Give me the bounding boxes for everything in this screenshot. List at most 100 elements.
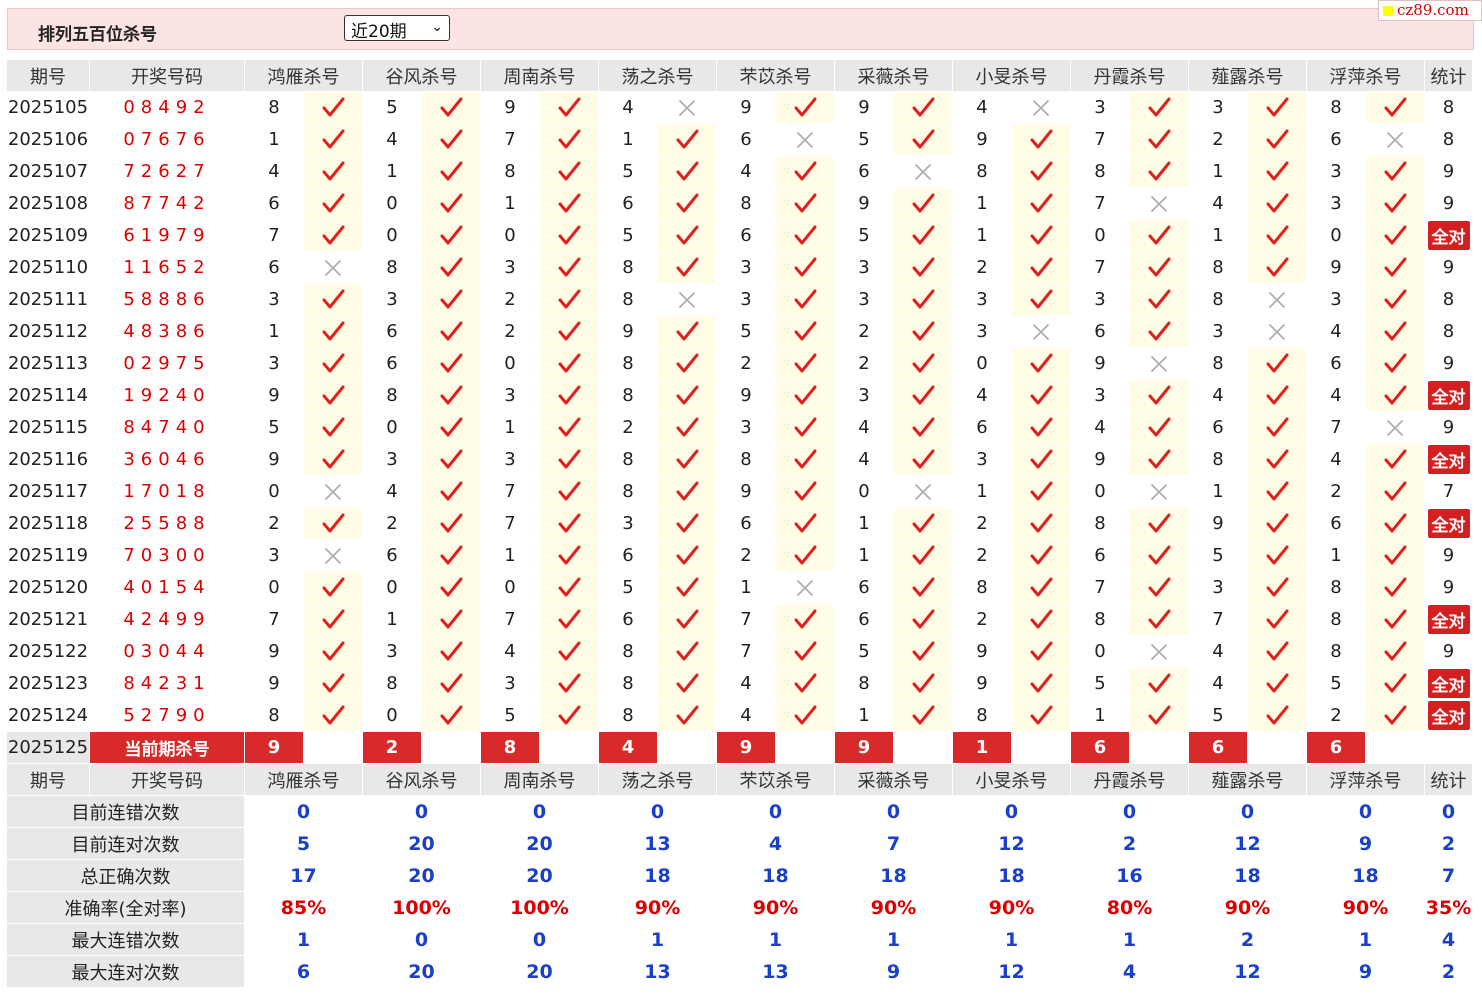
kill-number-cell: 6 bbox=[953, 412, 1012, 444]
summary-value: 0 bbox=[1307, 796, 1425, 828]
period-select[interactable]: 近20期 ⌄ bbox=[344, 15, 450, 42]
stat-count: 9 bbox=[1442, 641, 1455, 662]
period-cell: 2025108 bbox=[7, 188, 90, 220]
current-kill-number: 2 bbox=[363, 732, 422, 764]
table-row: 2025110 11652 6 8 3 8 3 3 2 7 8 9 9 bbox=[7, 252, 1473, 284]
kill-number-cell: 3 bbox=[1189, 572, 1248, 604]
site-logo[interactable]: cz89.com bbox=[1378, 0, 1482, 21]
check-icon bbox=[1366, 316, 1425, 348]
summary-value: 1 bbox=[717, 924, 835, 956]
all-right-badge: 全对 bbox=[1427, 509, 1470, 538]
check-icon bbox=[422, 252, 481, 284]
summary-value: 0 bbox=[481, 924, 599, 956]
kill-number-cell: 9 bbox=[953, 636, 1012, 668]
check-icon bbox=[776, 348, 835, 380]
check-icon bbox=[304, 604, 363, 636]
kill-number-cell: 9 bbox=[599, 316, 658, 348]
kill-number-cell: 2 bbox=[717, 348, 776, 380]
kill-number-cell: 8 bbox=[245, 700, 304, 732]
table-row: 2025109 61979 7 0 0 5 6 5 1 0 1 0 全对 bbox=[7, 220, 1473, 252]
check-icon bbox=[422, 572, 481, 604]
draw-number-cell: 58886 bbox=[90, 284, 245, 316]
check-icon bbox=[1130, 604, 1189, 636]
kill-number-cell: 6 bbox=[599, 188, 658, 220]
summary-value: 20 bbox=[363, 828, 481, 860]
stat-cell: 9 bbox=[1425, 572, 1473, 604]
draw-number-cell: 02975 bbox=[90, 348, 245, 380]
current-kill-number: 6 bbox=[1071, 732, 1130, 764]
check-icon bbox=[540, 444, 599, 476]
cross-icon bbox=[894, 156, 953, 188]
kill-number-cell: 1 bbox=[953, 476, 1012, 508]
cross-icon bbox=[1012, 316, 1071, 348]
summary-row: 准确率(全对率) 85% 100% 100% 90% 90% 90% 90% 80% 90% 90%… bbox=[7, 892, 1473, 924]
summary-value: 1 bbox=[599, 924, 717, 956]
kill-number-cell: 3 bbox=[953, 316, 1012, 348]
check-icon bbox=[894, 508, 953, 540]
check-icon bbox=[304, 412, 363, 444]
stat-cell: 9 bbox=[1425, 156, 1473, 188]
period-cell: 2025120 bbox=[7, 572, 90, 604]
kill-number-cell: 2 bbox=[481, 316, 540, 348]
current-kill-number: 4 bbox=[599, 732, 658, 764]
check-icon bbox=[776, 188, 835, 220]
summary-value: 20 bbox=[363, 956, 481, 988]
check-icon bbox=[1012, 348, 1071, 380]
check-icon bbox=[1012, 412, 1071, 444]
check-icon bbox=[776, 476, 835, 508]
kill-number-cell: 3 bbox=[1307, 284, 1366, 316]
stat-cell: 7 bbox=[1425, 476, 1473, 508]
summary-value: 90% bbox=[953, 892, 1071, 924]
kill-number-cell: 7 bbox=[1071, 124, 1130, 156]
check-icon bbox=[658, 156, 717, 188]
kill-number-cell: 0 bbox=[245, 572, 304, 604]
kill-number-cell: 8 bbox=[599, 252, 658, 284]
current-kill-blank bbox=[1366, 732, 1425, 764]
check-icon bbox=[658, 508, 717, 540]
check-icon bbox=[540, 316, 599, 348]
current-kill-blank bbox=[540, 732, 599, 764]
table-row: 2025112 48386 1 6 2 9 5 2 3 6 3 4 8 bbox=[7, 316, 1473, 348]
summary-value: 13 bbox=[717, 956, 835, 988]
summary-value: 20 bbox=[481, 828, 599, 860]
summary-value: 90% bbox=[717, 892, 835, 924]
kill-number-cell: 8 bbox=[363, 380, 422, 412]
kill-number-cell: 3 bbox=[481, 380, 540, 412]
kill-number-cell: 5 bbox=[1307, 668, 1366, 700]
kill-number-cell: 6 bbox=[1307, 508, 1366, 540]
check-icon bbox=[776, 92, 835, 124]
check-icon bbox=[540, 380, 599, 412]
kill-number-cell: 4 bbox=[835, 444, 894, 476]
cross-icon bbox=[1130, 348, 1189, 380]
check-icon bbox=[422, 220, 481, 252]
kill-number-cell: 1 bbox=[1189, 476, 1248, 508]
check-icon bbox=[540, 604, 599, 636]
summary-value: 90% bbox=[1307, 892, 1425, 924]
kill-number-cell: 0 bbox=[835, 476, 894, 508]
kill-number-cell: 7 bbox=[245, 604, 304, 636]
draw-number-cell: 11652 bbox=[90, 252, 245, 284]
summary-stat: 0 bbox=[1425, 796, 1473, 828]
summary-value: 18 bbox=[717, 860, 835, 892]
kill-number-cell: 3 bbox=[481, 444, 540, 476]
check-icon bbox=[1012, 188, 1071, 220]
kill-number-cell: 4 bbox=[481, 636, 540, 668]
check-icon bbox=[422, 508, 481, 540]
kill-number-cell: 3 bbox=[717, 252, 776, 284]
check-icon bbox=[894, 348, 953, 380]
check-icon bbox=[894, 412, 953, 444]
column-header-expert: 薤露杀号 bbox=[1189, 764, 1307, 796]
all-right-badge: 全对 bbox=[1427, 445, 1470, 474]
check-icon bbox=[422, 284, 481, 316]
summary-value: 12 bbox=[953, 828, 1071, 860]
summary-label: 最大连错次数 bbox=[7, 924, 245, 956]
kill-number-cell: 8 bbox=[835, 668, 894, 700]
stat-cell: 全对 bbox=[1425, 444, 1473, 476]
all-right-badge: 全对 bbox=[1427, 701, 1470, 730]
kill-number-cell: 6 bbox=[245, 188, 304, 220]
check-icon bbox=[1248, 220, 1307, 252]
current-kill-number: 8 bbox=[481, 732, 540, 764]
kill-number-cell: 1 bbox=[953, 220, 1012, 252]
stat-count: 9 bbox=[1442, 193, 1455, 214]
column-header-expert: 荡之杀号 bbox=[599, 60, 717, 92]
